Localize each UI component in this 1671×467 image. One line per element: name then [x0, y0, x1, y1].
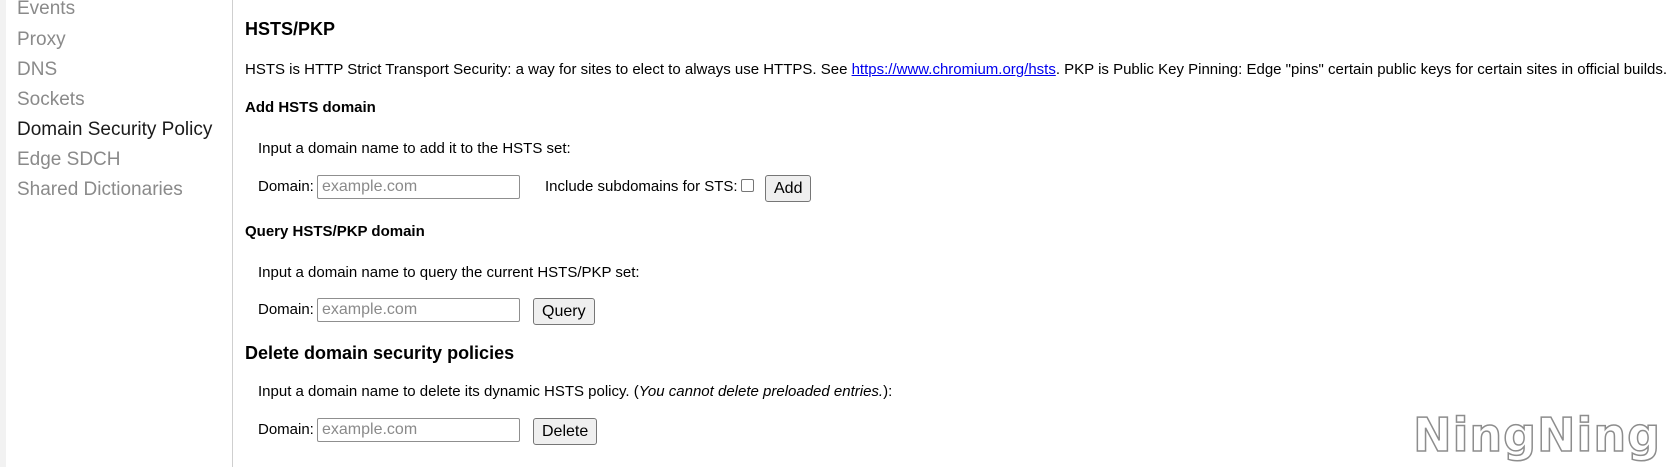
sidebar: Events Proxy DNS Sockets Domain Security… [6, 0, 233, 467]
query-hsts-heading: Query HSTS/PKP domain [245, 223, 425, 240]
delete-instruction-end: ): [883, 383, 893, 400]
sidebar-item-proxy[interactable]: Proxy [17, 29, 66, 51]
delete-policies-heading: Delete domain security policies [245, 343, 515, 363]
delete-button[interactable]: Delete [533, 418, 598, 445]
intro-text-before-link: HSTS is HTTP Strict Transport Security: … [245, 61, 852, 78]
delete-instruction-note: You cannot delete preloaded entries. [638, 383, 884, 400]
hsts-link[interactable]: https://www.chromium.org/hsts [852, 61, 1056, 78]
query-instruction: Input a domain name to query the current… [258, 264, 640, 281]
sidebar-item-sockets[interactable]: Sockets [17, 89, 85, 111]
sidebar-item-shared-dictionaries[interactable]: Shared Dictionaries [17, 179, 183, 201]
delete-domain-label: Domain: [258, 421, 314, 438]
add-hsts-instruction: Input a domain name to add it to the HST… [258, 140, 571, 157]
query-domain-input[interactable] [317, 298, 520, 322]
sidebar-item-events[interactable]: Events [17, 0, 75, 20]
delete-domain-input[interactable] [317, 418, 520, 442]
add-hsts-heading: Add HSTS domain [245, 99, 376, 116]
delete-instruction-text: Input a domain name to delete its dynami… [258, 383, 639, 400]
sidebar-item-domain-security-policy[interactable]: Domain Security Policy [17, 119, 212, 141]
watermark: NingNing [1412, 407, 1661, 463]
intro-text: HSTS is HTTP Strict Transport Security: … [245, 61, 1667, 78]
add-domain-label: Domain: [258, 178, 314, 195]
sidebar-item-dns[interactable]: DNS [17, 59, 57, 81]
sidebar-item-edge-sdch[interactable]: Edge SDCH [17, 149, 121, 171]
add-button[interactable]: Add [765, 175, 812, 202]
delete-instruction: Input a domain name to delete its dynami… [258, 383, 892, 400]
query-button[interactable]: Query [533, 298, 595, 325]
include-subdomains-checkbox[interactable] [741, 179, 754, 192]
query-domain-label: Domain: [258, 301, 314, 318]
intro-text-after-link: . PKP is Public Key Pinning: Edge "pins"… [1055, 61, 1668, 78]
add-domain-input[interactable] [317, 175, 520, 199]
include-subdomains-label: Include subdomains for STS: [545, 178, 738, 195]
page-title: HSTS/PKP [245, 19, 336, 39]
main-content: HSTS/PKP HSTS is HTTP Strict Transport S… [245, 0, 1667, 467]
